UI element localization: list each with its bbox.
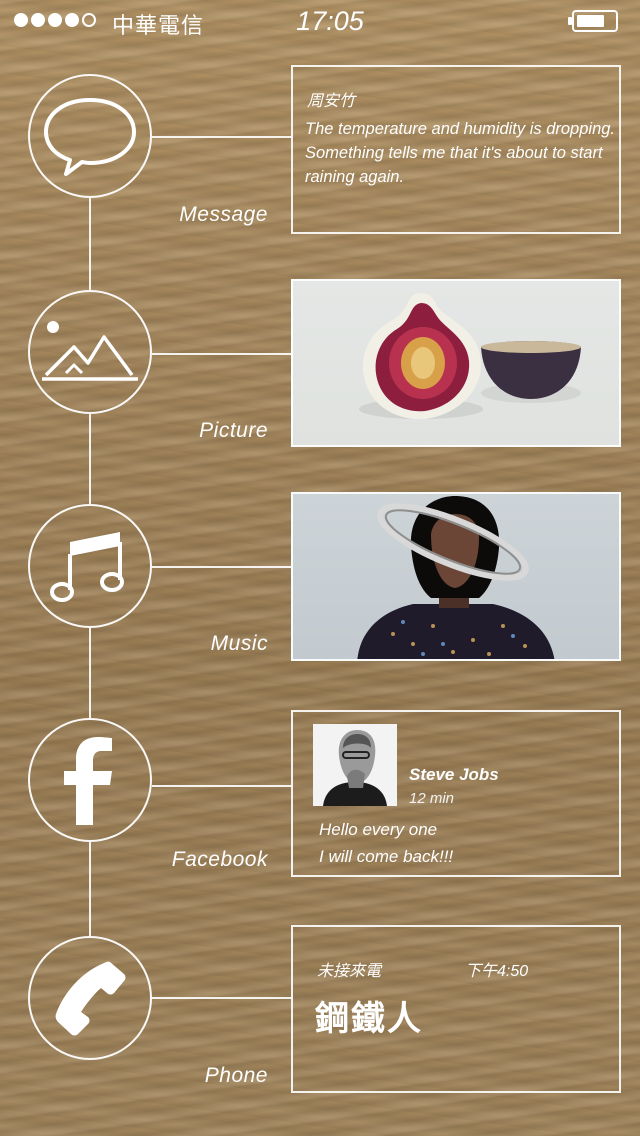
picture-card[interactable] [291,279,621,447]
battery-cap [568,17,572,25]
caller-name: 鋼鐵人 [315,1000,423,1038]
music-note-icon [50,532,124,602]
post-text-line: I will come back!!! [319,847,454,866]
post-author[interactable]: Steve Jobs [409,765,499,785]
post-text-line: Hello every one [319,820,438,839]
music-connector [152,566,292,568]
missed-call-status: 未接來電 [317,963,382,980]
message-text: The temperature and humidity is dropping… [305,120,616,186]
mountain-picture-icon [42,321,138,381]
speech-bubble-icon [44,98,136,176]
message-card[interactable]: 周安竹 The temperature and humidity is drop… [291,65,621,234]
music-card[interactable] [291,492,621,661]
message-node[interactable] [28,74,152,198]
phone-node[interactable] [28,936,152,1060]
call-time: 下午4:50 [465,963,529,980]
message-connector [152,136,292,138]
picture-connector [152,353,292,355]
facebook-node[interactable] [28,718,152,842]
album-cover [357,496,555,659]
facebook-card[interactable]: Steve Jobs 12 min Hello every one I will… [291,710,621,877]
phone-handset-icon [55,961,126,1036]
fig-photo [359,293,581,420]
avatar[interactable] [313,724,397,806]
status-time: 17:05 [296,6,364,36]
status-bar: 中華電信 17:05 [0,0,640,44]
avatar-photo [313,724,397,806]
picture-label: Picture [199,419,268,442]
message-label: Message [179,203,268,226]
battery-icon [568,10,618,32]
phone-connector [152,997,292,999]
music-node[interactable] [28,504,152,628]
facebook-label: Facebook [171,848,268,871]
post-time: 12 min [409,790,455,807]
phone-card[interactable]: 未接來電 下午4:50 鋼鐵人 [291,925,621,1093]
facebook-icon [64,737,112,825]
message-sender: 周安竹 [307,93,356,110]
phone-label: Phone [204,1064,268,1087]
battery-level [577,15,604,27]
facebook-connector [152,785,292,787]
music-label: Music [210,632,268,655]
picture-node[interactable] [28,290,152,414]
